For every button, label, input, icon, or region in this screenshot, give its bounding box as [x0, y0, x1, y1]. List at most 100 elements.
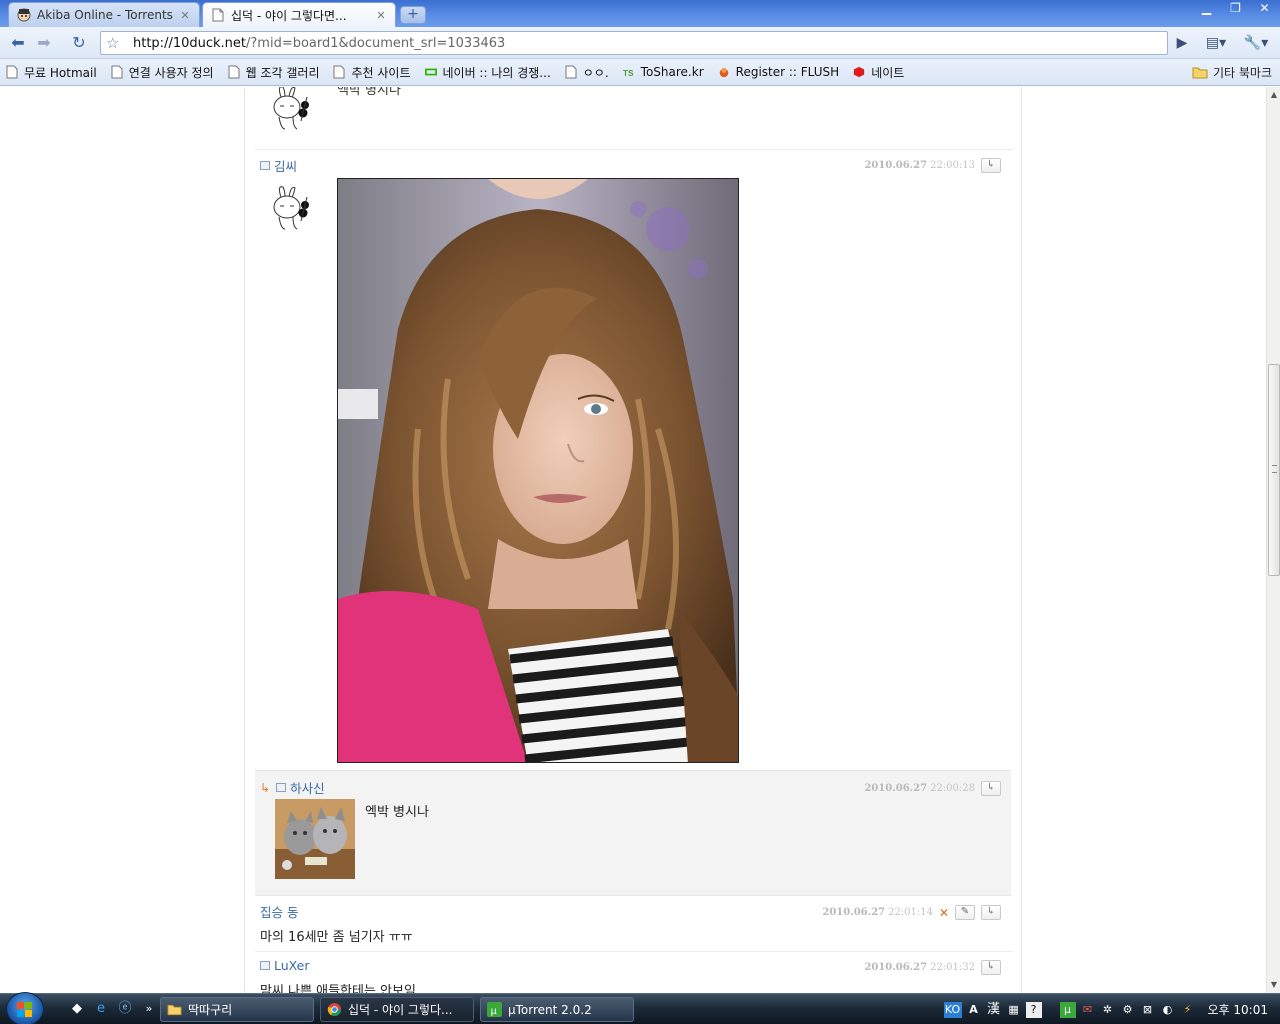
flush-icon: [719, 67, 728, 78]
portrait-image: [338, 179, 738, 762]
start-button[interactable]: [6, 992, 44, 1024]
close-window-icon[interactable]: ✕: [1251, 0, 1278, 18]
network-tray-icon[interactable]: ⚙: [1120, 1002, 1136, 1018]
reply-arrow-icon: ↳: [260, 780, 271, 795]
help-icon[interactable]: ?: [1025, 1001, 1042, 1018]
forward-icon[interactable]: ➡: [32, 32, 56, 54]
comment-author: 김씨: [260, 156, 297, 175]
reply-icon[interactable]: ↳: [981, 158, 1001, 173]
folder-icon: [167, 1004, 182, 1016]
show-desktop-icon[interactable]: ◆: [68, 1000, 86, 1018]
power-tray-icon[interactable]: ⚡: [1180, 1002, 1196, 1018]
comment-date: 2010.06.27: [864, 160, 928, 171]
bookmark-item[interactable]: ㅇㅇ.: [565, 64, 609, 81]
more-quicklaunch-icon[interactable]: »: [140, 1000, 158, 1018]
comment-author: 집승 동: [260, 902, 298, 921]
page-icon: [6, 65, 18, 79]
bookmark-star-icon[interactable]: ☆: [106, 34, 119, 52]
windows-taskbar: ◆ e ⓔ » 딱따구리 십덕 - 야이 그렇다... µ µTorrent 2…: [0, 992, 1280, 1024]
toshare-icon: TS: [623, 69, 634, 78]
vertical-scrollbar[interactable]: ▲ ▼: [1266, 87, 1280, 993]
wrench-menu-icon[interactable]: 🔧▾: [1240, 32, 1272, 54]
reply-icon[interactable]: ↳: [981, 905, 1001, 920]
hanja-indicator[interactable]: 漢: [986, 1002, 1002, 1018]
delete-icon[interactable]: ✕: [939, 906, 949, 920]
scroll-down-icon[interactable]: ▼: [1267, 977, 1280, 993]
bookmark-item[interactable]: 웹 조각 갤러리: [228, 64, 320, 81]
bookmark-item[interactable]: Register :: FLUSH: [718, 65, 840, 79]
author-name[interactable]: 집승 동: [260, 902, 298, 921]
other-bookmarks[interactable]: 기타 북마크: [1192, 64, 1272, 81]
comment-meta: 2010.06.27 22:01:14 ✕ ✎ ↳: [822, 905, 1001, 920]
ime-language-indicator[interactable]: KO: [943, 1001, 962, 1018]
other-bookmarks-label: 기타 북마크: [1212, 66, 1272, 80]
audio-tray-icon[interactable]: ◐: [1160, 1002, 1176, 1018]
tab-title: 십덕 - 야이 그렇다면...: [231, 8, 347, 23]
reply-icon[interactable]: ↳: [981, 781, 1001, 796]
ime-pad-icon[interactable]: ▦: [1006, 1002, 1022, 1018]
utorrent-tray-icon[interactable]: µ: [1059, 1001, 1076, 1018]
comment-time: 22:01:14: [888, 907, 933, 918]
tab-title: Akiba Online - Torrents: [37, 8, 173, 22]
bookmark-item[interactable]: TS ToShare.kr: [623, 65, 704, 79]
scroll-thumb[interactable]: [1268, 364, 1280, 576]
disconnected-tray-icon[interactable]: ⊠: [1140, 1002, 1156, 1018]
internet-explorer-icon[interactable]: e: [92, 1000, 110, 1018]
tab-close-icon[interactable]: ✕: [179, 9, 191, 22]
comment-author: LuXer: [260, 958, 310, 973]
url-path: /?mid=board1&document_srl=1033463: [246, 36, 506, 51]
comment-meta: 2010.06.27 22:01:32 ↳: [864, 960, 1001, 975]
new-tab-button[interactable]: +: [400, 6, 426, 24]
font-icon[interactable]: A: [966, 1002, 982, 1018]
ie-alt-icon[interactable]: ⓔ: [116, 1000, 134, 1018]
author-name[interactable]: 하사신: [290, 778, 325, 797]
scroll-up-icon[interactable]: ▲: [1267, 87, 1280, 103]
tab-10duck[interactable]: 십덕 - 야이 그렇다면... ✕: [202, 2, 396, 27]
grip-icon: [1272, 465, 1277, 473]
author-name[interactable]: LuXer: [274, 958, 310, 973]
tab-akiba-online[interactable]: Akiba Online - Torrents ✕: [8, 2, 200, 27]
taskbar-button-folder[interactable]: 딱따구리: [160, 997, 314, 1022]
bookmark-item[interactable]: 연결 사용자 정의: [111, 64, 214, 81]
bookmark-label: 추천 사이트: [351, 65, 411, 80]
page-icon: [111, 65, 123, 79]
folder-icon: [1192, 67, 1208, 79]
utorrent-icon: µ: [487, 1002, 502, 1017]
reload-icon[interactable]: ↻: [67, 32, 91, 54]
tab-close-icon[interactable]: ✕: [375, 9, 387, 22]
system-clock[interactable]: 오후 10:01: [1208, 1001, 1268, 1018]
bookmark-label: 연결 사용자 정의: [128, 65, 214, 80]
taskbar-button-chrome[interactable]: 십덕 - 야이 그렇다...: [320, 997, 474, 1022]
bookmark-label: Register :: FLUSH: [735, 65, 840, 79]
comment-text: 엑박 병시나: [337, 87, 401, 98]
go-icon[interactable]: ▶: [1172, 32, 1192, 54]
bookmark-item[interactable]: 네이트: [853, 64, 904, 81]
bookmark-label: 웹 조각 갤러리: [245, 65, 320, 80]
comment-time: 22:00:13: [930, 160, 975, 171]
board-content: 엑박 병시나 김씨 2010.06.27 22:00:13 ↳ ↳ 하사신 20…: [244, 87, 1022, 993]
address-bar[interactable]: ☆ http://10duck.net/?mid=board1&document…: [100, 31, 1168, 55]
restore-icon[interactable]: ❐: [1222, 0, 1249, 18]
minimize-icon[interactable]: ▁: [1193, 0, 1220, 18]
back-icon[interactable]: ⬅: [6, 32, 30, 54]
taskbar-button-utorrent[interactable]: µ µTorrent 2.0.2: [480, 997, 634, 1022]
bookmark-item[interactable]: 추천 사이트: [333, 64, 411, 81]
settings-tray-icon[interactable]: ✲: [1100, 1002, 1116, 1018]
comment-date: 2010.06.27: [864, 962, 928, 973]
navigation-toolbar: ⬅ ➡ ↻ ☆ http://10duck.net/?mid=board1&do…: [0, 27, 1280, 59]
naver-icon: [424, 68, 437, 76]
page-menu-icon[interactable]: ▤▾: [1202, 32, 1230, 54]
author-name[interactable]: 김씨: [274, 156, 297, 175]
comment-photo[interactable]: [337, 178, 739, 763]
security-tray-icon[interactable]: ✉: [1080, 1002, 1096, 1018]
reply-icon[interactable]: ↳: [981, 960, 1001, 975]
bookmark-label: 네이트: [871, 65, 905, 80]
edit-icon[interactable]: ✎: [955, 905, 975, 920]
svg-text:µ: µ: [491, 1006, 497, 1017]
url-host: http://10duck.net: [133, 36, 247, 51]
bookmark-item[interactable]: 네이버 :: 나의 경쟁...: [424, 64, 551, 81]
taskbar-button-label: µTorrent 2.0.2: [508, 1002, 592, 1017]
bookmark-item[interactable]: 무료 Hotmail: [6, 64, 97, 81]
comment-time: 22:00:28: [930, 783, 975, 794]
tab-strip: Akiba Online - Torrents ✕ 십덕 - 야이 그렇다면..…: [0, 0, 1280, 27]
